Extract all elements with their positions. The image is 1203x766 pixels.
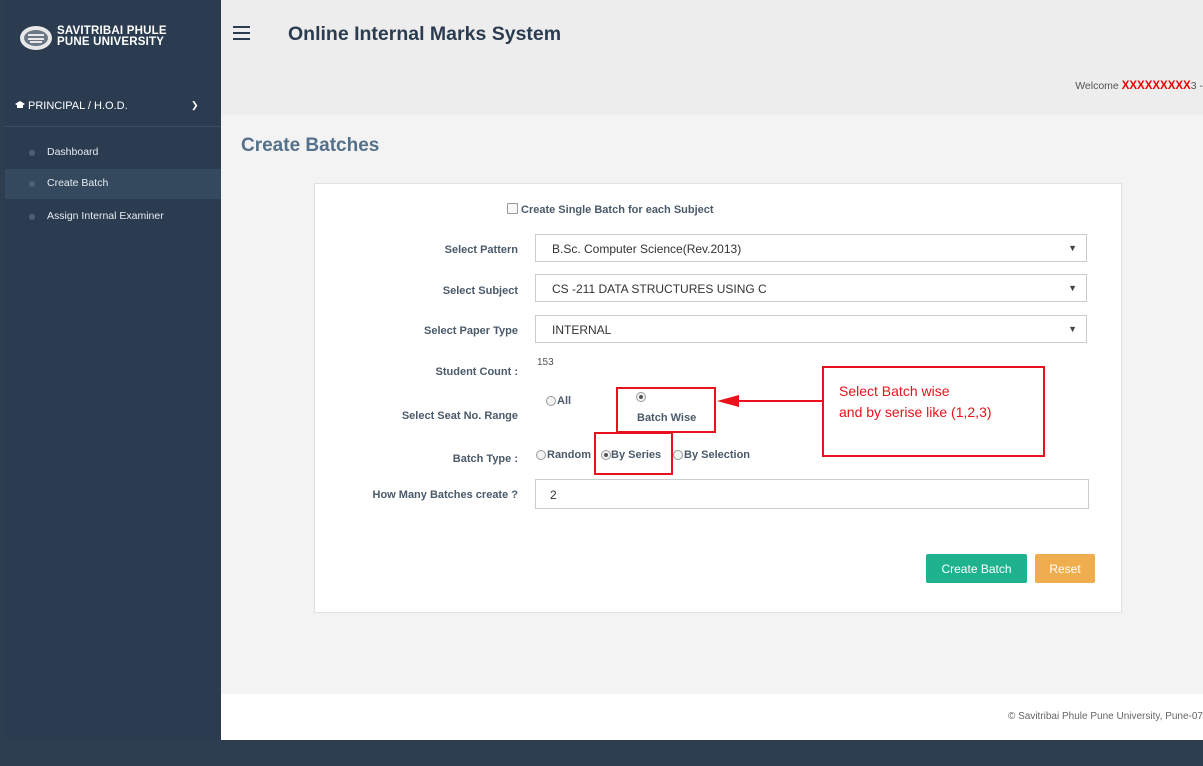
university-name: SAVITRIBAI PHULE PUNE UNIVERSITY	[57, 25, 167, 48]
dropdown-arrow-icon: ▼	[1068, 324, 1077, 334]
seat-all-radio[interactable]	[546, 396, 556, 406]
pattern-value: B.Sc. Computer Science(Rev.2013)	[552, 242, 742, 256]
sidebar: PRINCIPAL / H.O.D. ❯ Dashboard Create Ba…	[5, 86, 225, 740]
seat-all-label: All	[557, 395, 572, 407]
footer: © Savitribai Phule Pune University, Pune…	[221, 694, 1203, 740]
student-count-value: 153	[537, 357, 554, 368]
highlight-box-batch-wise	[616, 387, 716, 433]
batch-type-label: Batch Type :	[452, 453, 518, 465]
sidebar-item-label: Create Batch	[47, 177, 109, 189]
divider	[5, 126, 221, 127]
role-label: PRINCIPAL / H.O.D.	[28, 100, 128, 112]
batch-count-input[interactable]: 2	[535, 479, 1089, 509]
arrow-left-icon	[717, 395, 739, 407]
annotation-line-1: Select Batch wise	[839, 383, 950, 399]
header: Online Internal Marks System Welcome XXX…	[221, 0, 1203, 115]
subject-select[interactable]: CS -211 DATA STRUCTURES USING C ▼	[535, 274, 1087, 302]
batch-by-selection-label: By Selection	[684, 449, 751, 461]
role-menu-toggle[interactable]: PRINCIPAL / H.O.D. ❯	[5, 90, 221, 120]
bullet-icon	[29, 214, 35, 220]
pattern-select[interactable]: B.Sc. Computer Science(Rev.2013) ▼	[535, 234, 1087, 262]
pattern-label: Select Pattern	[444, 244, 518, 256]
single-batch-checkbox[interactable]: Create Single Batch for each Subject	[507, 203, 714, 216]
sidebar-item-dashboard[interactable]: Dashboard	[5, 138, 221, 168]
brand-area: SAVITRIBAI PHULE PUNE UNIVERSITY	[5, 0, 221, 86]
bullet-icon	[29, 150, 35, 156]
highlight-box-by-series	[594, 432, 673, 475]
batch-random-radio[interactable]	[536, 450, 546, 460]
dropdown-arrow-icon: ▼	[1068, 283, 1077, 293]
seat-range-label: Select Seat No. Range	[401, 410, 518, 422]
graduation-cap-icon	[15, 101, 25, 108]
app-title: Online Internal Marks System	[288, 23, 562, 45]
batch-random-label: Random	[547, 449, 591, 461]
paper-type-value: INTERNAL	[552, 323, 612, 337]
menu-icon[interactable]	[233, 26, 250, 40]
dropdown-arrow-icon: ▼	[1068, 243, 1077, 253]
page-title: Create Batches	[241, 135, 380, 156]
batch-by-selection-radio[interactable]	[673, 450, 683, 460]
checkbox-icon[interactable]	[507, 203, 518, 214]
subject-label: Select Subject	[442, 285, 518, 297]
annotation-callout: Select Batch wise and by serise like (1,…	[822, 366, 1045, 457]
student-count-label: Student Count :	[435, 366, 518, 378]
annotation-arrow	[737, 400, 823, 402]
how-many-label: How Many Batches create ?	[372, 489, 519, 501]
batch-count-value: 2	[550, 488, 557, 502]
sidebar-item-label: Assign Internal Examiner	[47, 210, 164, 222]
subject-value: CS -211 DATA STRUCTURES USING C	[552, 282, 767, 296]
paper-type-label: Select Paper Type	[424, 325, 518, 337]
reset-button[interactable]: Reset	[1035, 554, 1095, 583]
sidebar-item-label: Dashboard	[47, 146, 99, 158]
welcome-text: Welcome XXXXXXXXX3 -	[1075, 80, 1203, 92]
bullet-icon	[29, 181, 35, 187]
annotation-line-2: and by serise like (1,2,3)	[839, 404, 992, 420]
copyright-text: © Savitribai Phule Pune University, Pune…	[1007, 711, 1203, 722]
sidebar-item-assign-internal-examiner[interactable]: Assign Internal Examiner	[5, 202, 221, 232]
create-batch-button[interactable]: Create Batch	[926, 554, 1027, 583]
sidebar-item-create-batch[interactable]: Create Batch	[5, 169, 221, 199]
paper-type-select[interactable]: INTERNAL ▼	[535, 315, 1087, 343]
chevron-down-icon: ❯	[191, 100, 199, 110]
university-logo-icon	[20, 26, 52, 50]
user-name[interactable]: XXXXXXXXX	[1122, 80, 1191, 92]
